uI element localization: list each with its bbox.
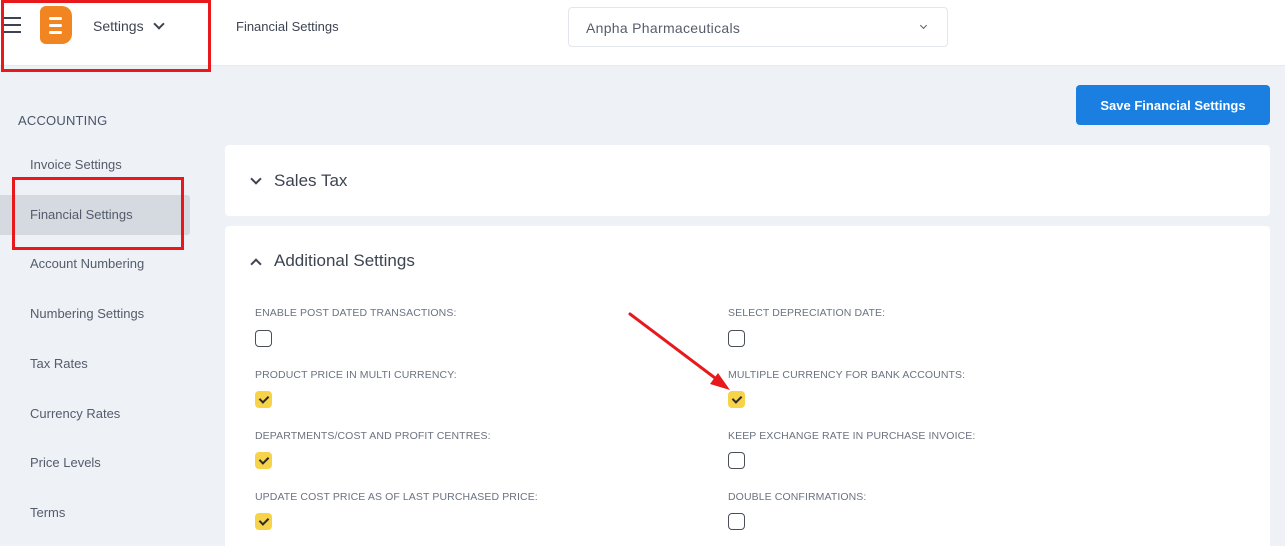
option-label: DOUBLE CONFIRMATIONS: [728,491,867,503]
double-confirmations-checkbox[interactable] [728,513,745,530]
product-price-multi-currency-checkbox[interactable] [255,391,272,408]
sidebar-section-label: ACCOUNTING [18,113,108,128]
sales-tax-panel: Sales Tax [225,145,1270,216]
option-label: SELECT DEPRECIATION DATE: [728,307,886,319]
sidebar-item-numbering-settings[interactable]: Numbering Settings [0,294,190,334]
sales-tax-toggle[interactable]: Sales Tax [250,171,348,191]
multiple-currency-bank-accounts-checkbox[interactable] [728,391,745,408]
departments-cost-profit-checkbox[interactable] [255,452,272,469]
app-menu-dropdown[interactable]: Settings [93,17,165,34]
additional-settings-title: Additional Settings [274,251,415,270]
company-select-value: Anpha Pharmaceuticals [586,20,741,36]
company-select[interactable]: Anpha Pharmaceuticals [568,7,948,47]
option-label: PRODUCT PRICE IN MULTI CURRENCY: [255,369,457,381]
save-financial-settings-button[interactable]: Save Financial Settings [1076,85,1270,125]
sidebar-item-tax-rates[interactable]: Tax Rates [0,344,190,384]
chevron-up-icon [250,257,262,270]
enable-post-dated-checkbox[interactable] [255,330,272,347]
option-label: UPDATE COST PRICE AS OF LAST PURCHASED P… [255,491,538,503]
option-label: ENABLE POST DATED TRANSACTIONS: [255,307,457,319]
sidebar: ACCOUNTING Invoice Settings Financial Se… [0,66,205,546]
chevron-down-icon [250,172,262,185]
hamburger-menu-icon[interactable] [3,17,21,33]
sidebar-item-price-levels[interactable]: Price Levels [0,443,190,483]
sidebar-item-financial-settings[interactable]: Financial Settings [0,195,190,235]
top-bar: Settings Financial Settings Anpha Pharma… [0,0,1285,66]
sidebar-item-account-numbering[interactable]: Account Numbering [0,244,190,284]
option-label: DEPARTMENTS/COST AND PROFIT CENTRES: [255,430,491,442]
additional-settings-panel: Additional Settings ENABLE POST DATED TR… [225,226,1270,546]
sidebar-item-invoice-settings[interactable]: Invoice Settings [0,145,190,185]
sales-tax-title: Sales Tax [274,171,348,190]
keep-exchange-rate-checkbox[interactable] [728,452,745,469]
chevron-down-icon [152,17,165,30]
app-logo-icon [40,6,72,44]
page-title: Financial Settings [236,19,339,34]
app-menu-label: Settings [93,18,144,34]
chevron-down-icon [919,21,928,30]
option-label: KEEP EXCHANGE RATE IN PURCHASE INVOICE: [728,430,976,442]
sidebar-item-currency-rates[interactable]: Currency Rates [0,394,190,434]
option-label: MULTIPLE CURRENCY FOR BANK ACCOUNTS: [728,369,966,381]
select-depreciation-date-checkbox[interactable] [728,330,745,347]
update-cost-price-checkbox[interactable] [255,513,272,530]
sidebar-item-terms[interactable]: Terms [0,493,190,533]
additional-settings-toggle[interactable]: Additional Settings [250,251,415,271]
